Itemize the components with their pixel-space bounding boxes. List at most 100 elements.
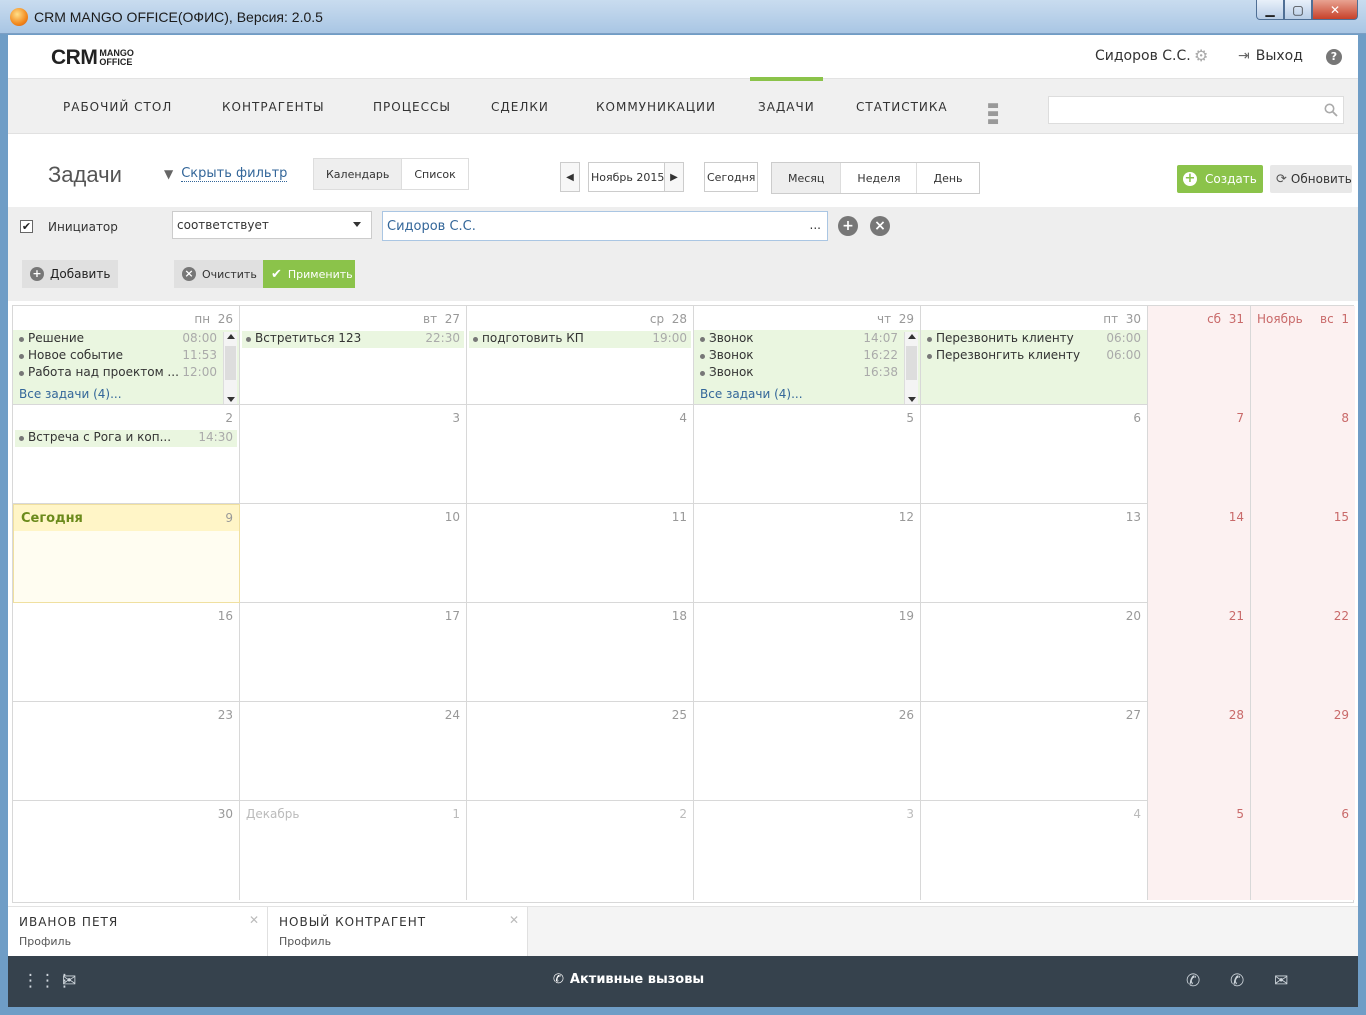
nav-deals[interactable]: СДЕЛКИ [491,100,549,114]
nav-communications[interactable]: КОММУНИКАЦИИ [596,100,716,114]
day-cell[interactable]: 21 [1148,603,1251,702]
refresh-button[interactable]: ⟳ Обновить [1270,165,1352,193]
missed-call-icon[interactable]: ✆ [1230,971,1244,991]
task-item[interactable]: Звонок 16:38 [696,365,902,382]
create-button[interactable]: + Создать [1177,165,1263,193]
contact-tab[interactable]: НОВЫЙ КОНТРАГЕНТ Профиль ✕ [268,907,528,957]
view-calendar-button[interactable]: Календарь [314,159,403,189]
day-cell[interactable]: 11 [467,504,694,603]
hide-filter-link[interactable]: ▼ Скрыть фильтр [164,166,288,182]
messages-icon[interactable]: ✉ [1274,971,1288,991]
day-cell[interactable]: 3 [240,405,467,504]
day-cell[interactable]: 20 [921,603,1148,702]
add-condition-icon[interactable]: + [838,216,858,236]
next-period-button[interactable]: ▶ [664,162,684,192]
task-item[interactable]: Перезвонить клиенту 06:00 [923,331,1145,348]
day-cell[interactable]: 6 [921,405,1148,504]
remove-condition-icon[interactable]: × [870,216,890,236]
filter-value-field[interactable]: Сидоров С.С. ... [382,211,828,241]
logout-button[interactable]: ⇥ Выход [1238,48,1303,64]
nav-desktop[interactable]: РАБОЧИЙ СТОЛ [63,100,172,114]
day-cell[interactable]: 12 [694,504,921,603]
clear-filter-button[interactable]: × Очистить [174,260,265,288]
pick-value-button[interactable]: ... [810,218,821,232]
task-item[interactable]: подготовить КП 19:00 [469,331,691,348]
task-item[interactable]: Звонок 14:07 [696,331,902,348]
close-window-button[interactable]: ✕ [1312,0,1358,20]
day-cell[interactable]: 19 [694,603,921,702]
task-item[interactable]: Решение 08:00 [15,331,221,348]
day-cell[interactable]: 22 [1251,603,1355,702]
phone-call-icon[interactable]: ✆ [1186,971,1200,991]
gear-icon[interactable]: ⚙ [1194,48,1210,64]
day-cell[interactable]: 10 [240,504,467,603]
add-filter-button[interactable]: + Добавить [22,260,119,288]
contact-profile-link[interactable]: Профиль [19,935,71,948]
day-cell[interactable]: 26 [694,702,921,801]
day-cell[interactable]: 25 [467,702,694,801]
search-icon[interactable] [1324,103,1338,117]
day-scrollbar[interactable] [904,332,918,404]
day-cell[interactable]: 16 [13,603,240,702]
contact-profile-link[interactable]: Профиль [279,935,331,948]
day-cell[interactable]: 4 [467,405,694,504]
current-user[interactable]: Сидоров С.С. [1095,48,1191,64]
day-cell[interactable]: Ноябрь вс 1 [1251,306,1355,405]
range-day-button[interactable]: День [917,163,978,193]
crm-logo[interactable]: CRM MANGO OFFICE [51,46,134,70]
day-cell[interactable]: 5 [694,405,921,504]
close-icon[interactable]: ✕ [249,913,259,927]
day-cell[interactable]: 28 [1148,702,1251,801]
day-cell[interactable]: 15 [1251,504,1355,603]
day-cell[interactable]: 8 [1251,405,1355,504]
close-icon[interactable]: ✕ [509,913,519,927]
day-cell[interactable]: 2 Встреча с Рога и коп... 14:30 [13,405,240,504]
nav-contractors[interactable]: КОНТРАГЕНТЫ [222,100,325,114]
help-icon[interactable]: ? [1326,49,1342,65]
day-cell[interactable]: сб 31 [1148,306,1251,405]
maximize-button[interactable]: ▢ [1284,0,1312,20]
day-cell[interactable]: чт 29 Звонок 14:07 Звонок 16:22 Звонок 16:3… [694,306,921,405]
day-cell[interactable]: 27 [921,702,1148,801]
mail-icon[interactable]: ✉ [62,971,76,991]
day-cell[interactable]: вт 27 Встретиться 123 22:30 [240,306,467,405]
day-cell[interactable]: 6 [1251,801,1355,900]
range-week-button[interactable]: Неделя [841,163,918,193]
all-tasks-link[interactable]: Все задачи (4)... [700,387,803,401]
day-cell[interactable]: 17 [240,603,467,702]
task-item[interactable]: Работа над проектом ... 12:00 [15,365,221,382]
apply-filter-button[interactable]: ✔ Применить [263,260,355,288]
day-scrollbar[interactable] [223,332,237,404]
task-item[interactable]: Звонок 16:22 [696,348,902,365]
day-cell[interactable]: Декабрь 1 [240,801,467,900]
task-item[interactable]: Новое событие 11:53 [15,348,221,365]
day-cell[interactable]: пн 26 Решение 08:00 Новое событие 11:53 Ра… [13,306,240,405]
nav-tasks[interactable]: ЗАДАЧИ [750,77,823,114]
minimize-button[interactable]: ▁ [1256,0,1284,20]
day-cell[interactable]: 14 [1148,504,1251,603]
day-cell[interactable]: 3 [694,801,921,900]
day-cell[interactable]: 23 [13,702,240,801]
nav-statistics[interactable]: СТАТИСТИКА [856,100,948,114]
initiator-checkbox[interactable]: ✔ [20,220,33,233]
day-cell[interactable]: 2 [467,801,694,900]
all-tasks-link[interactable]: Все задачи (4)... [19,387,122,401]
day-cell[interactable]: 13 [921,504,1148,603]
day-cell[interactable]: 18 [467,603,694,702]
day-cell[interactable]: пт 30 Перезвонить клиенту 06:00 Перезвонг… [921,306,1148,405]
nav-processes[interactable]: ПРОЦЕССЫ [373,100,451,114]
day-cell[interactable]: ср 28 подготовить КП 19:00 [467,306,694,405]
today-button[interactable]: Сегодня [704,162,759,192]
task-item[interactable]: Встретиться 123 22:30 [242,331,464,348]
day-cell[interactable]: 30 [13,801,240,900]
active-calls-button[interactable]: ✆ Активные вызовы [553,972,704,987]
day-cell-today[interactable]: Сегодня 9 [13,504,240,603]
task-item[interactable]: Перезвонгить клиенту 06:00 [923,348,1145,365]
prev-period-button[interactable]: ◀ [560,162,580,192]
day-cell[interactable]: 5 [1148,801,1251,900]
view-list-button[interactable]: Список [402,159,467,189]
contact-tab[interactable]: ИВАНОВ ПЕТЯ Профиль ✕ [8,907,268,957]
day-cell[interactable]: 29 [1251,702,1355,801]
task-item[interactable]: Встреча с Рога и коп... 14:30 [15,430,237,447]
operator-select[interactable]: соответствует [172,211,372,239]
